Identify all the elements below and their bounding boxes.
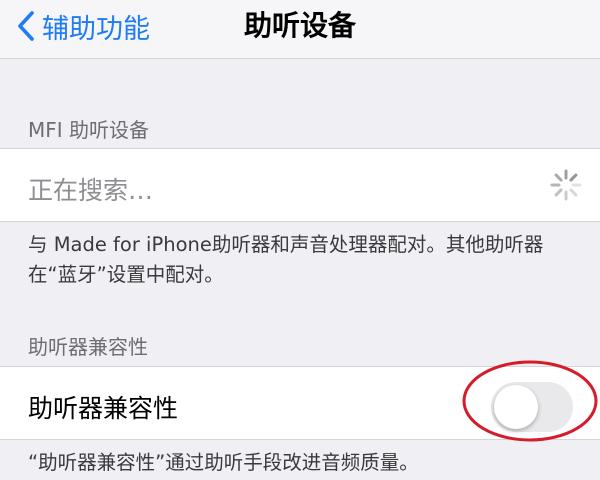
searching-cell: 正在搜索…	[0, 148, 600, 222]
toggle-knob	[494, 385, 538, 429]
mfi-footer-line-1: 与 Made for iPhone助听器和声音处理器配对。其他助听器	[28, 233, 544, 256]
navigation-bar: 辅助功能 助听设备	[0, 0, 600, 59]
spinner-spoke	[569, 188, 578, 197]
compat-section-header: 助听器兼容性	[28, 335, 148, 359]
mfi-footer-line-2: 在“蓝牙”设置中配对。	[28, 263, 224, 286]
page-title: 助听设备	[243, 9, 356, 42]
spinner-spoke	[569, 173, 578, 182]
compat-toggle-cell: 助听器兼容性	[0, 366, 600, 440]
compat-toggle-label: 助听器兼容性	[28, 394, 179, 423]
spinner-spoke	[554, 188, 563, 197]
mfi-section-footer: 与 Made for iPhone助听器和声音处理器配对。其他助听器 在“蓝牙”…	[28, 230, 588, 290]
spinner-spoke	[554, 173, 563, 182]
searching-label: 正在搜索…	[28, 176, 154, 205]
mfi-section-header: MFI 助听设备	[28, 118, 150, 142]
compat-section-footer: “助听器兼容性”通过助听手段改进音频质量。	[28, 451, 419, 474]
compat-toggle-switch[interactable]	[491, 382, 573, 432]
activity-spinner-icon	[548, 167, 584, 203]
